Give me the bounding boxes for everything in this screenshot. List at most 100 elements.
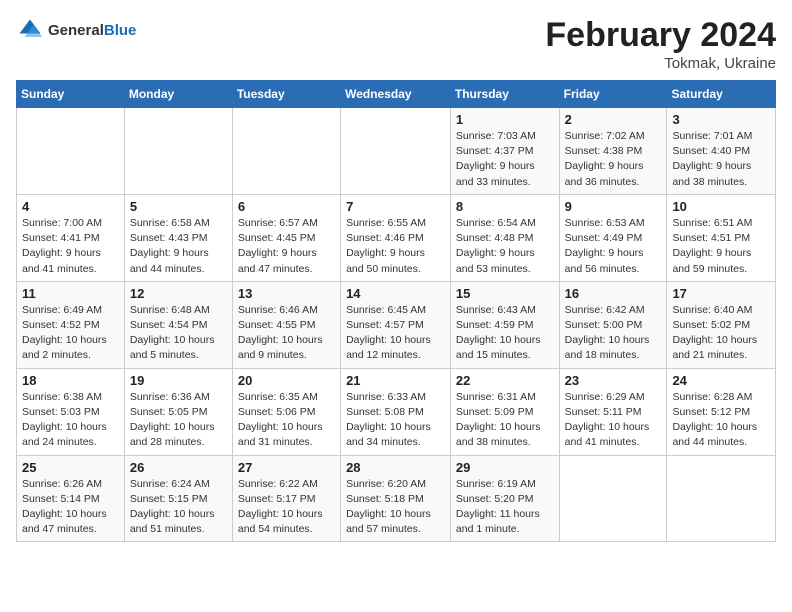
day-info: Sunrise: 6:33 AM Sunset: 5:08 PM Dayligh… — [346, 390, 445, 451]
calendar-cell: 9 Sunrise: 6:53 AM Sunset: 4:49 PM Daylig… — [559, 194, 667, 281]
day-info: Sunrise: 6:19 AM Sunset: 5:20 PM Dayligh… — [456, 477, 554, 538]
day-number: 29 — [456, 460, 554, 475]
calendar-cell: 2 Sunrise: 7:02 AM Sunset: 4:38 PM Daylig… — [559, 108, 667, 195]
day-info: Sunrise: 7:01 AM Sunset: 4:40 PM Dayligh… — [672, 129, 770, 190]
col-header-saturday: Saturday — [667, 81, 776, 108]
day-info: Sunrise: 6:48 AM Sunset: 4:54 PM Dayligh… — [130, 303, 227, 364]
day-number: 28 — [346, 460, 445, 475]
day-info: Sunrise: 7:00 AM Sunset: 4:41 PM Dayligh… — [22, 216, 119, 277]
day-number: 1 — [456, 112, 554, 127]
day-info: Sunrise: 6:29 AM Sunset: 5:11 PM Dayligh… — [565, 390, 662, 451]
calendar-cell: 25 Sunrise: 6:26 AM Sunset: 5:14 PM Dayli… — [17, 455, 125, 542]
calendar-cell — [667, 455, 776, 542]
day-number: 9 — [565, 199, 662, 214]
col-header-tuesday: Tuesday — [232, 81, 340, 108]
day-number: 7 — [346, 199, 445, 214]
calendar-cell: 24 Sunrise: 6:28 AM Sunset: 5:12 PM Dayli… — [667, 368, 776, 455]
day-info: Sunrise: 6:20 AM Sunset: 5:18 PM Dayligh… — [346, 477, 445, 538]
calendar-cell: 17 Sunrise: 6:40 AM Sunset: 5:02 PM Dayli… — [667, 281, 776, 368]
day-info: Sunrise: 6:54 AM Sunset: 4:48 PM Dayligh… — [456, 216, 554, 277]
day-number: 16 — [565, 286, 662, 301]
calendar-cell: 12 Sunrise: 6:48 AM Sunset: 4:54 PM Dayli… — [124, 281, 232, 368]
month-title: February 2024 — [545, 16, 776, 55]
calendar-cell — [17, 108, 125, 195]
calendar-cell: 21 Sunrise: 6:33 AM Sunset: 5:08 PM Dayli… — [341, 368, 451, 455]
calendar-cell — [232, 108, 340, 195]
day-number: 8 — [456, 199, 554, 214]
day-number: 13 — [238, 286, 335, 301]
day-number: 14 — [346, 286, 445, 301]
day-info: Sunrise: 6:55 AM Sunset: 4:46 PM Dayligh… — [346, 216, 445, 277]
day-info: Sunrise: 7:02 AM Sunset: 4:38 PM Dayligh… — [565, 129, 662, 190]
logo: GeneralBlue — [16, 16, 136, 44]
day-info: Sunrise: 6:24 AM Sunset: 5:15 PM Dayligh… — [130, 477, 227, 538]
day-number: 24 — [672, 373, 770, 388]
day-info: Sunrise: 6:49 AM Sunset: 4:52 PM Dayligh… — [22, 303, 119, 364]
calendar-cell: 29 Sunrise: 6:19 AM Sunset: 5:20 PM Dayli… — [450, 455, 559, 542]
logo-icon — [16, 16, 44, 44]
title-block: February 2024 Tokmak, Ukraine — [545, 16, 776, 72]
day-info: Sunrise: 6:28 AM Sunset: 5:12 PM Dayligh… — [672, 390, 770, 451]
page-header: GeneralBlue February 2024 Tokmak, Ukrain… — [16, 16, 776, 72]
day-info: Sunrise: 6:22 AM Sunset: 5:17 PM Dayligh… — [238, 477, 335, 538]
calendar-cell: 16 Sunrise: 6:42 AM Sunset: 5:00 PM Dayli… — [559, 281, 667, 368]
calendar-cell: 20 Sunrise: 6:35 AM Sunset: 5:06 PM Dayli… — [232, 368, 340, 455]
day-info: Sunrise: 6:45 AM Sunset: 4:57 PM Dayligh… — [346, 303, 445, 364]
calendar-cell — [124, 108, 232, 195]
calendar-cell: 23 Sunrise: 6:29 AM Sunset: 5:11 PM Dayli… — [559, 368, 667, 455]
calendar-cell: 11Sunrise: 6:49 AM Sunset: 4:52 PM Dayli… — [17, 281, 125, 368]
day-info: Sunrise: 6:26 AM Sunset: 5:14 PM Dayligh… — [22, 477, 119, 538]
calendar-cell: 1 Sunrise: 7:03 AM Sunset: 4:37 PM Daylig… — [450, 108, 559, 195]
calendar-table: SundayMondayTuesdayWednesdayThursdayFrid… — [16, 80, 776, 542]
calendar-cell: 6 Sunrise: 6:57 AM Sunset: 4:45 PM Daylig… — [232, 194, 340, 281]
day-number: 3 — [672, 112, 770, 127]
calendar-cell: 14 Sunrise: 6:45 AM Sunset: 4:57 PM Dayli… — [341, 281, 451, 368]
day-info: Sunrise: 6:43 AM Sunset: 4:59 PM Dayligh… — [456, 303, 554, 364]
day-info: Sunrise: 6:53 AM Sunset: 4:49 PM Dayligh… — [565, 216, 662, 277]
day-number: 10 — [672, 199, 770, 214]
calendar-cell: 18 Sunrise: 6:38 AM Sunset: 5:03 PM Dayli… — [17, 368, 125, 455]
day-info: Sunrise: 6:35 AM Sunset: 5:06 PM Dayligh… — [238, 390, 335, 451]
day-number: 12 — [130, 286, 227, 301]
day-number: 22 — [456, 373, 554, 388]
day-number: 25 — [22, 460, 119, 475]
day-number: 27 — [238, 460, 335, 475]
day-number: 23 — [565, 373, 662, 388]
day-info: Sunrise: 6:40 AM Sunset: 5:02 PM Dayligh… — [672, 303, 770, 364]
day-number: 15 — [456, 286, 554, 301]
day-info: Sunrise: 6:51 AM Sunset: 4:51 PM Dayligh… — [672, 216, 770, 277]
calendar-cell: 28 Sunrise: 6:20 AM Sunset: 5:18 PM Dayli… — [341, 455, 451, 542]
calendar-cell: 5Sunrise: 6:58 AM Sunset: 4:43 PM Daylig… — [124, 194, 232, 281]
day-number: 17 — [672, 286, 770, 301]
day-info: Sunrise: 6:38 AM Sunset: 5:03 PM Dayligh… — [22, 390, 119, 451]
calendar-cell — [559, 455, 667, 542]
day-number: 21 — [346, 373, 445, 388]
col-header-wednesday: Wednesday — [341, 81, 451, 108]
calendar-cell: 27 Sunrise: 6:22 AM Sunset: 5:17 PM Dayli… — [232, 455, 340, 542]
calendar-cell: 13Sunrise: 6:46 AM Sunset: 4:55 PM Dayli… — [232, 281, 340, 368]
col-header-sunday: Sunday — [17, 81, 125, 108]
day-number: 19 — [130, 373, 227, 388]
day-info: Sunrise: 6:57 AM Sunset: 4:45 PM Dayligh… — [238, 216, 335, 277]
calendar-cell: 10 Sunrise: 6:51 AM Sunset: 4:51 PM Dayli… — [667, 194, 776, 281]
day-number: 2 — [565, 112, 662, 127]
day-number: 6 — [238, 199, 335, 214]
day-number: 4 — [22, 199, 119, 214]
col-header-monday: Monday — [124, 81, 232, 108]
calendar-cell: 3 Sunrise: 7:01 AM Sunset: 4:40 PM Daylig… — [667, 108, 776, 195]
day-info: Sunrise: 6:42 AM Sunset: 5:00 PM Dayligh… — [565, 303, 662, 364]
calendar-cell: 26 Sunrise: 6:24 AM Sunset: 5:15 PM Dayli… — [124, 455, 232, 542]
calendar-cell — [341, 108, 451, 195]
day-number: 20 — [238, 373, 335, 388]
day-number: 26 — [130, 460, 227, 475]
col-header-thursday: Thursday — [450, 81, 559, 108]
col-header-friday: Friday — [559, 81, 667, 108]
day-number: 18 — [22, 373, 119, 388]
day-info: Sunrise: 6:36 AM Sunset: 5:05 PM Dayligh… — [130, 390, 227, 451]
calendar-cell: 7 Sunrise: 6:55 AM Sunset: 4:46 PM Daylig… — [341, 194, 451, 281]
calendar-cell: 4 Sunrise: 7:00 AM Sunset: 4:41 PM Daylig… — [17, 194, 125, 281]
calendar-cell: 19 Sunrise: 6:36 AM Sunset: 5:05 PM Dayli… — [124, 368, 232, 455]
day-info: Sunrise: 7:03 AM Sunset: 4:37 PM Dayligh… — [456, 129, 554, 190]
day-info: Sunrise: 6:31 AM Sunset: 5:09 PM Dayligh… — [456, 390, 554, 451]
calendar-cell: 8 Sunrise: 6:54 AM Sunset: 4:48 PM Daylig… — [450, 194, 559, 281]
